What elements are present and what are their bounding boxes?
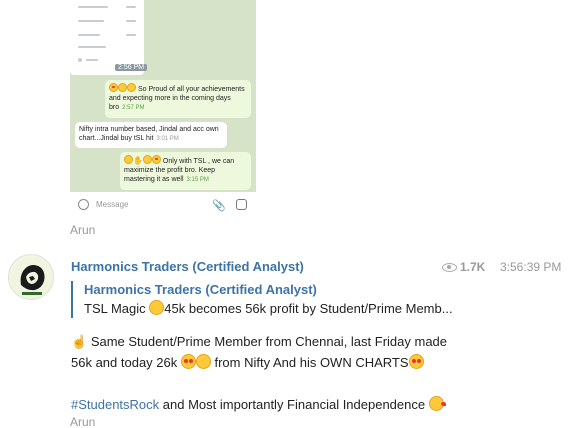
post-signature: Arun [70,415,96,428]
heart-eyes-emoji-icon [109,83,118,92]
eye-icon [442,263,457,272]
screenshot-message-bar: Message 📎 [70,192,256,218]
views-count: 1.7K [442,260,485,274]
reply-text-start: TSL Magic [84,301,150,316]
chat-bubble-time: 3:15 PM [186,177,209,183]
chat-bubble-time: 2:57 PM [122,105,145,111]
emoji-icon [78,199,89,210]
message-placeholder: Message [96,200,129,209]
screenshot-time-label: 2:56 PM [115,64,148,71]
heart-eyes-emoji-icon [151,155,161,164]
chat-bubble-incoming: Nifty intra number based, Jindal and acc… [75,122,227,148]
forwarded-chat-screenshot[interactable]: 2:56 PM So Proud of all your achievement… [70,0,256,218]
post-line: ☝ Same Student/Prime Member from Chennai… [71,331,541,352]
smile-emoji-icon [142,155,152,164]
reply-text: TSL Magic 45k becomes 56k profit by Stud… [84,299,531,318]
chat-bubble-time: 3:01 PM [156,136,179,142]
attach-icon: 📎 [212,200,226,212]
chat-bubble-text: Nifty intra number based, Jindal and acc… [79,126,219,142]
post-line: 56k and today 26k from Nifty And his OWN… [71,352,541,373]
chat-bubble-outgoing: So Proud of all your achievements and ex… [105,80,251,118]
pointing-up-icon: ☝ [71,334,88,349]
heart-eyes-emoji-icon [180,354,196,369]
post-line-text: from Nifty And his OWN CHARTS [210,355,409,370]
heart-eyes-emoji-icon [408,354,424,369]
camera-icon [236,199,247,210]
channel-name[interactable]: Harmonics Traders (Certified Analyst) [71,259,304,274]
post-signature: Arun [70,223,96,237]
hashtag-link[interactable]: #StudentsRock [71,397,159,412]
post-body: ☝ Same Student/Prime Member from Chennai… [71,331,541,415]
smile-emoji-icon [195,354,211,369]
reply-quote[interactable]: Harmonics Traders (Certified Analyst) TS… [71,281,531,318]
post-line-text: 56k and today 26k [71,355,181,370]
smile-emoji-icon [149,300,165,315]
smile-emoji-icon [127,83,136,92]
smile-emoji-icon [124,155,133,164]
reply-author: Harmonics Traders (Certified Analyst) [84,282,317,297]
post-line-text: Same Student/Prime Member from Chennai, … [90,334,448,349]
post-line: #StudentsRock and Most importantly Finan… [71,394,541,415]
smile-emoji-icon [118,83,127,92]
views-value: 1.7K [460,260,486,274]
post-time: 3:56:39 PM [500,260,562,274]
reply-text-end: 45k becomes 56k profit by Student/Prime … [164,301,453,316]
kiss-emoji-icon [428,396,446,411]
chat-bubble-outgoing: ✋ Only with TSL , we can maximize the pr… [120,152,251,190]
thumbs-up-icon: ✋ [133,156,143,165]
lion-logo-icon [11,257,53,299]
avatar[interactable] [8,254,54,300]
post-line-text: and Most importantly Financial Independe… [159,397,429,412]
